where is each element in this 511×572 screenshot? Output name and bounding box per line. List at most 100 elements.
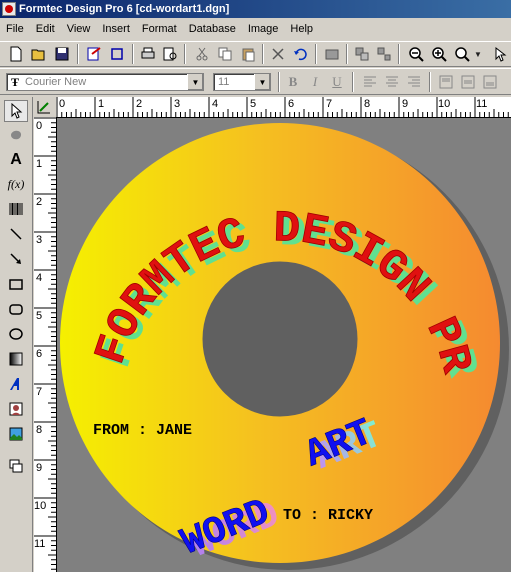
zoom-dropdown-icon[interactable]: ▼ xyxy=(472,44,484,64)
underline-icon[interactable]: U xyxy=(327,72,347,92)
font-size-combo[interactable]: 11 ▼ xyxy=(213,73,271,91)
group-icon[interactable] xyxy=(352,44,372,64)
font-name-value: Courier New xyxy=(25,76,87,88)
v-ruler-label: 11 xyxy=(34,538,46,550)
separator xyxy=(278,72,280,92)
rectangle-tool-icon[interactable] xyxy=(4,273,28,295)
menu-database[interactable]: Database xyxy=(183,23,242,35)
pointer-tool-icon[interactable] xyxy=(4,100,28,122)
help-pointer-icon[interactable] xyxy=(490,44,510,64)
image-tool-icon[interactable] xyxy=(4,423,28,445)
save-icon[interactable] xyxy=(52,44,72,64)
line-tool-icon[interactable] xyxy=(4,223,28,245)
pan-tool-icon[interactable] xyxy=(4,124,28,146)
v-ruler-label: 10 xyxy=(34,500,47,512)
v-ruler-label: 2 xyxy=(36,196,43,208)
to-text[interactable]: TO : RICKY xyxy=(283,507,373,524)
menu-bar: File Edit View Insert Format Database Im… xyxy=(0,19,511,39)
copy-icon[interactable] xyxy=(215,44,235,64)
clipart-tool-icon[interactable] xyxy=(4,398,28,420)
truetype-icon: Ŧ xyxy=(11,74,20,89)
tool-palette: A f(x) xyxy=(0,97,33,572)
cd-label-canvas: FORMTEC DESIGN PRO FORMTEC DESIGN PRO FR… xyxy=(57,118,509,570)
delete-icon[interactable] xyxy=(268,44,288,64)
h-ruler-label: 5 xyxy=(250,98,257,110)
arrow-line-tool-icon[interactable] xyxy=(4,248,28,270)
paste-icon[interactable] xyxy=(238,44,258,64)
app-icon xyxy=(2,2,16,16)
align-left-icon[interactable] xyxy=(360,72,380,92)
page-setup-icon[interactable] xyxy=(84,44,104,64)
font-dropdown-arrow-icon[interactable]: ▼ xyxy=(187,74,203,90)
undo-icon[interactable] xyxy=(290,44,310,64)
standard-toolbar: ▼ xyxy=(0,41,511,67)
separator xyxy=(184,44,186,64)
title-bar: Formtec Design Pro 6 [cd-wordart1.dgn] xyxy=(0,0,511,18)
text-tool-icon[interactable]: A xyxy=(4,149,28,171)
v-ruler-label: 7 xyxy=(36,386,43,398)
separator xyxy=(262,44,264,64)
word-art-tool-icon[interactable] xyxy=(4,373,28,395)
menu-image[interactable]: Image xyxy=(242,23,285,35)
zoom-in-icon[interactable] xyxy=(429,44,449,64)
menu-edit[interactable]: Edit xyxy=(30,23,61,35)
rounded-rectangle-tool-icon[interactable] xyxy=(4,298,28,320)
v-ruler-label: 1 xyxy=(36,158,43,170)
v-ruler-label: 8 xyxy=(36,424,43,436)
font-name-combo[interactable]: Ŧ Courier New ▼ xyxy=(6,73,204,91)
menu-file[interactable]: File xyxy=(0,23,30,35)
h-ruler-label: 1 xyxy=(98,98,105,110)
window-title: Formtec Design Pro 6 [cd-wordart1.dgn] xyxy=(19,3,230,15)
separator xyxy=(132,44,134,64)
new-icon[interactable] xyxy=(6,44,26,64)
design-page: FORMTEC DESIGN PRO FORMTEC DESIGN PRO FR… xyxy=(57,118,511,572)
formula-tool-icon[interactable]: f(x) xyxy=(4,173,28,195)
h-ruler-label: 7 xyxy=(326,98,333,110)
open-icon[interactable] xyxy=(29,44,49,64)
layer-tool-icon[interactable] xyxy=(4,455,28,477)
align-right-icon[interactable] xyxy=(404,72,424,92)
properties-icon[interactable] xyxy=(322,44,342,64)
bold-icon[interactable]: B xyxy=(283,72,303,92)
align-center-icon[interactable] xyxy=(382,72,402,92)
v-ruler-label: 4 xyxy=(36,272,43,284)
font-size-value: 11 xyxy=(218,76,230,88)
valign-bottom-icon[interactable] xyxy=(480,72,500,92)
v-ruler-label: 9 xyxy=(36,462,43,474)
zoom-out-icon[interactable] xyxy=(406,44,426,64)
separator xyxy=(315,44,317,64)
zoom-icon[interactable] xyxy=(452,44,472,64)
menu-format[interactable]: Format xyxy=(136,23,183,35)
menu-insert[interactable]: Insert xyxy=(96,23,136,35)
format-toolbar: Ŧ Courier New ▼ 11 ▼ B I U xyxy=(0,68,511,95)
separator xyxy=(77,44,79,64)
gradient-tool-icon[interactable] xyxy=(4,348,28,370)
select-frame-icon[interactable] xyxy=(107,44,127,64)
menu-help[interactable]: Help xyxy=(284,23,319,35)
barcode-tool-icon[interactable] xyxy=(4,198,28,220)
separator xyxy=(352,72,354,92)
menu-view[interactable]: View xyxy=(61,23,97,35)
separator xyxy=(346,44,348,64)
valign-top-icon[interactable] xyxy=(436,72,456,92)
h-ruler-label: 9 xyxy=(402,98,409,110)
ellipse-tool-icon[interactable] xyxy=(4,323,28,345)
h-ruler-label: 8 xyxy=(364,98,371,110)
h-ruler-label: 2 xyxy=(136,98,143,110)
print-preview-icon[interactable] xyxy=(160,44,180,64)
h-ruler-label: 0 xyxy=(59,98,66,110)
ruler-corner xyxy=(34,97,56,117)
print-icon[interactable] xyxy=(138,44,158,64)
ungroup-icon[interactable] xyxy=(374,44,394,64)
v-ruler-label: 6 xyxy=(36,348,43,360)
from-text[interactable]: FROM : JANE xyxy=(93,422,192,439)
h-ruler-label: 4 xyxy=(212,98,219,110)
size-dropdown-arrow-icon[interactable]: ▼ xyxy=(254,74,270,90)
v-ruler-label: 3 xyxy=(36,234,43,246)
h-ruler-label: 11 xyxy=(476,98,488,110)
h-ruler-label: 10 xyxy=(438,98,451,110)
v-ruler-label: 0 xyxy=(36,120,43,132)
cut-icon[interactable] xyxy=(192,44,212,64)
italic-icon[interactable]: I xyxy=(305,72,325,92)
valign-middle-icon[interactable] xyxy=(458,72,478,92)
